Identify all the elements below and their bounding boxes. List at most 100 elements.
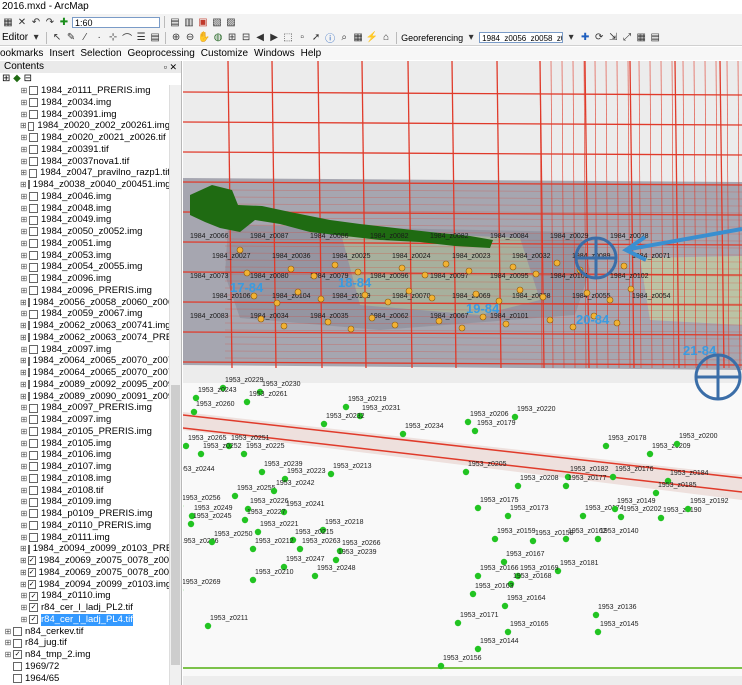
expand-icon[interactable]: ⊞ (20, 555, 27, 567)
layer-item[interactable]: ⊞ 1984_z0062_z0063_z00741.img (0, 320, 170, 332)
layer-visibility-checkbox[interactable] (27, 321, 30, 331)
layer-visibility-checkbox[interactable] (29, 485, 38, 495)
link-table-icon[interactable]: ▦ (635, 32, 647, 44)
layer-visibility-checkbox[interactable] (29, 509, 38, 519)
layer-item[interactable]: ⊞✓1984_z0069_z0075_0078_z0086_p0034_( (0, 567, 170, 579)
layer-item[interactable]: ⊞ ✓ r84_cer_l_ladj_PL4.tif (0, 613, 170, 626)
layer-item[interactable]: ⊞ 1984_z0053.img (0, 250, 170, 262)
expand-icon[interactable]: ⊞ (20, 156, 28, 168)
layer-visibility-checkbox[interactable] (27, 391, 30, 401)
layer-item[interactable]: 1964/65 (0, 673, 170, 685)
layer-visibility-checkbox[interactable] (29, 145, 38, 155)
expand-icon[interactable]: ⊞ (20, 367, 27, 379)
layer-item[interactable]: ⊞ 1984_z0051.img (0, 238, 170, 250)
expand-icon[interactable]: ⊞ (20, 355, 27, 367)
layer-visibility-checkbox[interactable] (29, 286, 38, 296)
layer-visibility-checkbox[interactable] (29, 497, 38, 507)
layer-visibility-checkbox[interactable] (27, 333, 30, 343)
georef-layer-select[interactable]: 1984_z0056_z0058_z0060 (479, 32, 564, 43)
pan-icon[interactable]: ✋ (198, 32, 210, 44)
layer-visibility-checkbox[interactable] (13, 638, 22, 648)
point-tool-icon[interactable]: · (93, 32, 105, 44)
expand-icon[interactable]: ⊞ (20, 344, 28, 356)
expand-icon[interactable]: ⊞ (20, 426, 28, 438)
expand-icon[interactable]: ⊞ (20, 614, 28, 626)
expand-icon[interactable]: ⊞ (20, 85, 28, 97)
menu-customize[interactable]: Customize (201, 47, 248, 60)
layer-visibility-checkbox[interactable] (29, 462, 38, 472)
zoom-out-icon[interactable]: ⊖ (184, 32, 196, 44)
layer-visibility-checkbox[interactable] (27, 121, 35, 131)
pin-close-icon[interactable]: ▫ ✕ (164, 61, 177, 73)
undo-icon[interactable]: ↶ (30, 16, 42, 28)
expand-icon[interactable]: ⊞ (20, 438, 28, 450)
expand-icon[interactable]: ⊞ (20, 332, 27, 344)
expand-icon[interactable]: ⊞ (20, 297, 27, 309)
expand-icon[interactable]: ⊞ (20, 320, 27, 332)
expand-icon[interactable]: ⊞ (20, 226, 28, 238)
map-view[interactable]: 1984_z0066 1984_z0087 1984_z0086 1984_z0082… (183, 61, 742, 685)
expand-icon[interactable]: ⊞ (20, 285, 28, 297)
attributes-icon[interactable]: ☰ (135, 32, 147, 44)
layer-visibility-checkbox[interactable] (27, 180, 30, 190)
menu-insert[interactable]: Insert (49, 47, 74, 60)
layer-visibility-checkbox[interactable] (13, 626, 22, 636)
layer-item[interactable]: ⊞ 1984_z0059_z0067.img (0, 308, 170, 320)
html-popup-icon[interactable]: ⌂ (380, 32, 392, 44)
layer-item[interactable]: ⊞ 1984_z0089_z0090_z0091_z0092_z0095_ (0, 391, 170, 403)
control-point-marker[interactable] (574, 236, 618, 280)
layer-visibility-checkbox[interactable] (29, 133, 38, 143)
dropdown-arrow-icon[interactable]: ▾ (565, 32, 577, 44)
menu-selection[interactable]: Selection (80, 47, 121, 60)
layer-item[interactable]: ⊞ 1984_z0064_z0065_z0070_z0072_z0081_ (0, 367, 170, 379)
expand-icon[interactable]: ⊞ (20, 485, 28, 497)
layer-visibility-checkbox[interactable]: ✓ (29, 603, 38, 613)
layer-item[interactable]: ⊞ 1984_z0020_z002_z00261.img (0, 120, 170, 132)
arctoolbox-icon[interactable]: ▣ (197, 16, 209, 28)
expand-icon[interactable]: ⊞ (20, 191, 28, 203)
layer-item[interactable]: ⊞ 1984_z0034.img (0, 97, 170, 109)
forward-extent-icon[interactable]: ▶ (268, 32, 280, 44)
select-features-icon[interactable]: ⬚ (282, 32, 294, 44)
line-tool-icon[interactable]: ⁄ (79, 32, 91, 44)
full-extent-icon[interactable]: ◍ (212, 32, 224, 44)
fixed-zoom-in-icon[interactable]: ⊞ (226, 32, 238, 44)
layer-visibility-checkbox[interactable] (29, 474, 38, 484)
layer-visibility-checkbox[interactable]: ✓ (29, 615, 38, 625)
split-tool-icon[interactable]: ⊹ (107, 32, 119, 44)
menu-help[interactable]: Help (301, 47, 322, 60)
list-by-visibility-icon[interactable]: ⊟ (24, 73, 32, 84)
layer-item[interactable]: ⊞ 1984_z0109.img (0, 496, 170, 508)
expand-icon[interactable]: ⊞ (20, 238, 28, 250)
layer-item[interactable]: ⊞ r84_jug.tif (0, 637, 170, 649)
layer-item[interactable]: ⊞ 1984_z00391.tif (0, 144, 170, 156)
layer-visibility-checkbox[interactable] (29, 156, 38, 166)
layer-visibility-checkbox[interactable] (29, 262, 38, 272)
clear-selection-icon[interactable]: ▫ (296, 32, 308, 44)
expand-icon[interactable]: ⊞ (20, 532, 28, 544)
measure-icon[interactable]: ▦ (352, 32, 364, 44)
editor-menu[interactable]: Editor (2, 32, 28, 43)
reshape-tool-icon[interactable]: ⌒ (121, 32, 133, 45)
expand-icon[interactable]: ⊞ (20, 590, 28, 602)
layer-visibility-checkbox[interactable] (29, 438, 38, 448)
scale-icon[interactable]: ⤢ (621, 32, 633, 44)
layer-visibility-checkbox[interactable] (29, 109, 38, 119)
modelbuilder-icon[interactable]: ▨ (225, 16, 237, 28)
layer-item[interactable]: ⊞ 1984_z00391.img (0, 109, 170, 121)
layer-item[interactable]: ⊞ 1984_z0047_pravilno_razp1.tif (0, 167, 170, 179)
layer-item[interactable]: ⊞ 1984_p0109_PRERIS.img (0, 508, 170, 520)
expand-icon[interactable]: ⊞ (20, 167, 28, 179)
find-icon[interactable]: ⌕ (338, 32, 350, 44)
layer-item[interactable]: ⊞ 1984_z0064_z0065_z0070_z0072_z0081_ (0, 355, 170, 367)
map-canvas[interactable]: 1984_z0066 1984_z0087 1984_z0086 1984_z0082… (183, 61, 742, 685)
toc-scrollbar-thumb[interactable] (171, 385, 180, 665)
layer-item[interactable]: ⊞ ✓ 1984_z0110.img (0, 590, 170, 602)
expand-icon[interactable]: ⊞ (20, 120, 27, 132)
hyperlink-icon[interactable]: ⚡ (366, 32, 378, 44)
map-scale-input[interactable]: 1:60 (72, 16, 160, 28)
layer-visibility-checkbox[interactable] (27, 544, 30, 554)
toc-scrollbar[interactable] (169, 85, 181, 685)
layer-item[interactable]: ⊞ 1984_z0097.img (0, 414, 170, 426)
layer-visibility-checkbox[interactable] (29, 309, 38, 319)
